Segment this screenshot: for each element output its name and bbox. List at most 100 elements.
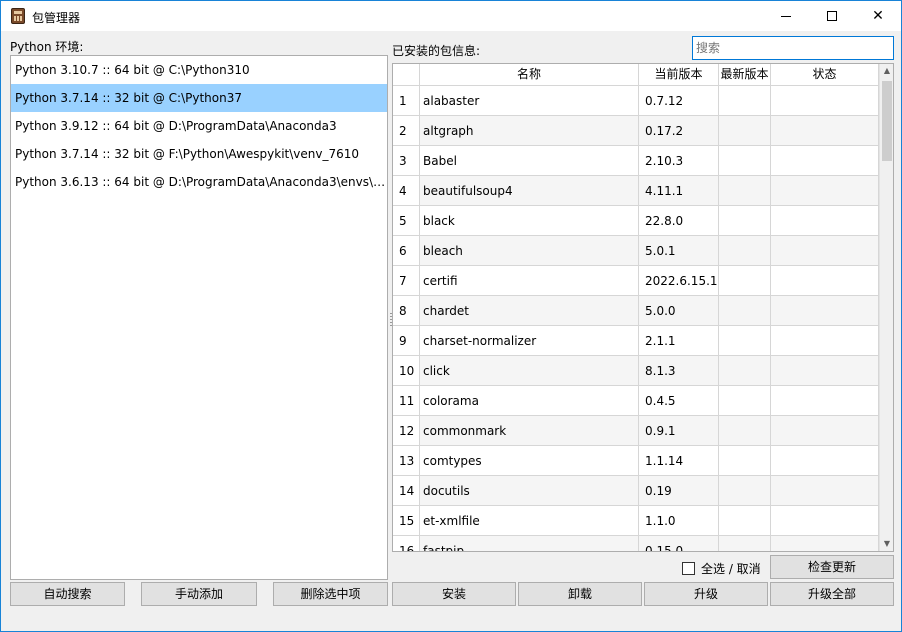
packages-table: 名称 当前版本 最新版本 状态 1 alabaster 0.7.12 2 altgrap… xyxy=(392,63,894,552)
row-current-version: 5.0.1 xyxy=(639,236,719,266)
row-index: 9 xyxy=(393,326,420,356)
header-latest-version[interactable]: 最新版本 xyxy=(719,64,771,85)
row-latest-version xyxy=(719,356,771,386)
table-row[interactable]: 7 certifi 2022.6.15.1 xyxy=(393,266,879,296)
row-current-version: 0.15.0 xyxy=(639,536,719,551)
row-status xyxy=(771,86,879,116)
row-index: 3 xyxy=(393,146,420,176)
row-name: commonmark xyxy=(420,416,639,446)
row-name: Babel xyxy=(420,146,639,176)
row-latest-version xyxy=(719,296,771,326)
check-update-button[interactable]: 检查更新 xyxy=(770,555,894,579)
env-list-item[interactable]: Python 3.6.13 :: 64 bit @ D:\ProgramData… xyxy=(11,168,387,196)
header-status[interactable]: 状态 xyxy=(771,64,879,85)
table-row[interactable]: 10 click 8.1.3 xyxy=(393,356,879,386)
env-list-item[interactable]: Python 3.10.7 :: 64 bit @ C:\Python310 xyxy=(11,56,387,84)
table-row[interactable]: 12 commonmark 0.9.1 xyxy=(393,416,879,446)
table-row[interactable]: 8 chardet 5.0.0 xyxy=(393,296,879,326)
row-index: 5 xyxy=(393,206,420,236)
table-row[interactable]: 2 altgraph 0.17.2 xyxy=(393,116,879,146)
scroll-up-icon[interactable]: ▲ xyxy=(880,64,893,78)
row-current-version: 8.1.3 xyxy=(639,356,719,386)
upgrade-all-button[interactable]: 升级全部 xyxy=(770,582,894,606)
row-index: 15 xyxy=(393,506,420,536)
row-status xyxy=(771,176,879,206)
manual-add-button[interactable]: 手动添加 xyxy=(141,582,257,606)
row-current-version: 2.1.1 xyxy=(639,326,719,356)
row-index: 16 xyxy=(393,536,420,551)
env-list[interactable]: Python 3.10.7 :: 64 bit @ C:\Python310 Py… xyxy=(10,55,388,580)
select-all-label: 全选 / 取消 xyxy=(701,562,761,576)
header-index xyxy=(393,64,420,85)
row-latest-version xyxy=(719,326,771,356)
row-latest-version xyxy=(719,266,771,296)
header-current-version[interactable]: 当前版本 xyxy=(639,64,719,85)
auto-search-button[interactable]: 自动搜索 xyxy=(10,582,125,606)
table-row[interactable]: 1 alabaster 0.7.12 xyxy=(393,86,879,116)
row-name: altgraph xyxy=(420,116,639,146)
row-name: et-xmlfile xyxy=(420,506,639,536)
row-name: beautifulsoup4 xyxy=(420,176,639,206)
row-name: certifi xyxy=(420,266,639,296)
row-latest-version xyxy=(719,506,771,536)
row-latest-version xyxy=(719,116,771,146)
scroll-down-icon[interactable]: ▼ xyxy=(880,537,893,551)
close-icon: ✕ xyxy=(872,8,884,24)
upgrade-button[interactable]: 升级 xyxy=(644,582,768,606)
row-index: 4 xyxy=(393,176,420,206)
title-bar[interactable]: 包管理器 ✕ xyxy=(1,1,901,31)
row-index: 13 xyxy=(393,446,420,476)
table-row[interactable]: 16 fastpip 0.15.0 xyxy=(393,536,879,551)
uninstall-button[interactable]: 卸载 xyxy=(518,582,642,606)
table-row[interactable]: 5 black 22.8.0 xyxy=(393,206,879,236)
maximize-icon xyxy=(827,11,837,21)
row-status xyxy=(771,206,879,236)
row-name: charset-normalizer xyxy=(420,326,639,356)
row-name: click xyxy=(420,356,639,386)
table-row[interactable]: 14 docutils 0.19 xyxy=(393,476,879,506)
scroll-thumb[interactable] xyxy=(882,81,892,161)
table-row[interactable]: 4 beautifulsoup4 4.11.1 xyxy=(393,176,879,206)
row-name: fastpip xyxy=(420,536,639,551)
env-list-item[interactable]: Python 3.7.14 :: 32 bit @ C:\Python37 xyxy=(11,84,387,112)
table-row[interactable]: 11 colorama 0.4.5 xyxy=(393,386,879,416)
table-row[interactable]: 13 comtypes 1.1.14 xyxy=(393,446,879,476)
table-row[interactable]: 15 et-xmlfile 1.1.0 xyxy=(393,506,879,536)
row-status xyxy=(771,236,879,266)
row-latest-version xyxy=(719,236,771,266)
row-status xyxy=(771,446,879,476)
row-name: alabaster xyxy=(420,86,639,116)
env-label: Python 环境: xyxy=(10,40,84,54)
minimize-button[interactable] xyxy=(763,1,809,31)
row-current-version: 1.1.0 xyxy=(639,506,719,536)
table-row[interactable]: 3 Babel 2.10.3 xyxy=(393,146,879,176)
select-all-checkbox[interactable]: 全选 / 取消 xyxy=(682,560,761,577)
row-current-version: 2.10.3 xyxy=(639,146,719,176)
maximize-button[interactable] xyxy=(809,1,855,31)
install-button[interactable]: 安装 xyxy=(392,582,516,606)
row-name: chardet xyxy=(420,296,639,326)
row-index: 11 xyxy=(393,386,420,416)
env-list-item[interactable]: Python 3.9.12 :: 64 bit @ D:\ProgramData… xyxy=(11,112,387,140)
table-row[interactable]: 9 charset-normalizer 2.1.1 xyxy=(393,326,879,356)
row-status xyxy=(771,386,879,416)
row-current-version: 22.8.0 xyxy=(639,206,719,236)
vertical-scrollbar[interactable]: ▲ ▼ xyxy=(879,64,893,551)
row-latest-version xyxy=(719,206,771,236)
header-name[interactable]: 名称 xyxy=(420,64,639,85)
row-status xyxy=(771,536,879,551)
row-current-version: 1.1.14 xyxy=(639,446,719,476)
row-index: 7 xyxy=(393,266,420,296)
table-row[interactable]: 6 bleach 5.0.1 xyxy=(393,236,879,266)
row-status xyxy=(771,116,879,146)
env-list-item[interactable]: Python 3.7.14 :: 32 bit @ F:\Python\Awes… xyxy=(11,140,387,168)
row-name: comtypes xyxy=(420,446,639,476)
row-index: 2 xyxy=(393,116,420,146)
row-status xyxy=(771,146,879,176)
close-button[interactable]: ✕ xyxy=(855,1,901,31)
row-index: 12 xyxy=(393,416,420,446)
checkbox-icon[interactable] xyxy=(682,562,695,575)
row-current-version: 0.7.12 xyxy=(639,86,719,116)
delete-selected-button[interactable]: 删除选中项 xyxy=(273,582,388,606)
search-input[interactable] xyxy=(692,36,894,60)
